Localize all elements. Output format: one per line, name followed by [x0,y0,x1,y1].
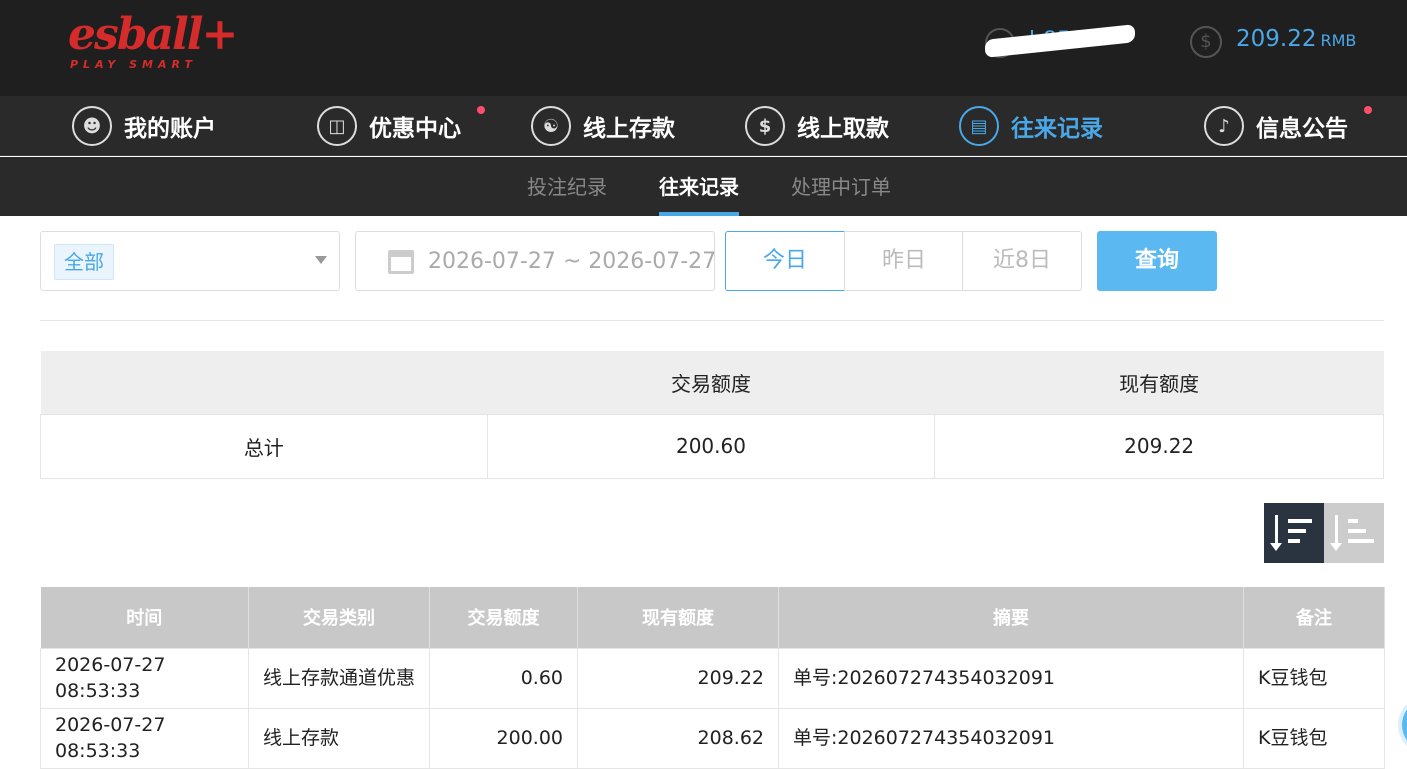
col-header-amount[interactable]: 交易额度 [429,587,578,648]
cell-summary: 单号:202607274354032091 [778,707,1244,769]
col-header-note[interactable]: 备注 [1243,587,1385,648]
type-select[interactable]: 全部 [40,231,340,291]
sub-nav: 投注纪录 往来记录 处理中订单 [0,157,1407,216]
cell-note: K豆钱包 [1243,647,1385,709]
logo-tagline: PLAY SMART [70,58,197,71]
balance-unit: RMB [1320,31,1357,50]
withdraw-icon: $ [745,106,785,146]
col-header-type[interactable]: 交易类别 [248,587,430,648]
nav-label: 往来记录 [1011,116,1103,142]
sort-asc-icon [1330,515,1342,551]
cell-type: 线上存款通道优惠 [248,647,430,709]
col-header-balance[interactable]: 现有额度 [577,587,779,648]
records-header-row: 时间 交易类别 交易额度 现有额度 摘要 备注 [40,587,1385,648]
cell-time: 2026-07-27 08:53:33 [40,707,249,769]
cell-note: K豆钱包 [1243,707,1385,769]
esball-logo[interactable]: esball+ PLAY SMART [68,10,238,76]
summary-total-balance: 209.22 [934,413,1384,479]
dollar-icon: $ [1190,26,1222,58]
table-row: 2026-07-27 08:53:33 线上存款通道优惠 0.60 209.22… [40,647,1385,709]
search-button[interactable]: 查询 [1097,231,1217,291]
nav-label: 信息公告 [1256,116,1348,142]
selected-type-tag[interactable]: 全部 [54,244,114,280]
tab-bet-records[interactable]: 投注纪录 [527,157,607,216]
nav-label: 线上取款 [797,116,889,142]
nav-item-deposit[interactable]: ☯ 线上存款 [531,96,675,156]
records-table: 时间 交易类别 交易额度 现有额度 摘要 备注 2026-07-27 08:53… [40,587,1385,769]
calendar-icon [388,250,414,274]
notification-dot [1364,106,1372,114]
bell-icon: ♪ [1204,106,1244,146]
notification-dot [477,106,485,114]
nav-item-account[interactable]: ☻ 我的账户 [72,96,216,156]
summary-table: 交易额度 现有额度 总计 200.60 209.22 [40,351,1384,479]
top-header: esball+ PLAY SMART b859 $ 209.22RMB [0,0,1407,96]
account-info[interactable]: b859 [985,24,1135,58]
balance-value: 209.22 [1236,26,1317,52]
nav-item-announcements[interactable]: ♪ 信息公告 [1204,96,1348,156]
summary-header-row: 交易额度 现有额度 [40,351,1384,414]
cell-time: 2026-07-27 08:53:33 [40,647,249,709]
records-icon: ▤ [959,106,999,146]
floating-chat-button[interactable] [1398,700,1407,750]
nav-label: 我的账户 [124,116,216,142]
sort-ascending-button[interactable] [1324,503,1384,563]
sort-desc-icon [1270,515,1282,551]
nav-item-records[interactable]: ▤ 往来记录 [959,96,1103,156]
cell-amount: 0.60 [429,647,578,709]
tab-transaction-records[interactable]: 往来记录 [659,157,739,216]
user-icon: ☻ [72,106,112,146]
nav-label: 优惠中心 [369,116,461,142]
cell-amount: 200.00 [429,707,578,769]
summary-total-row: 总计 200.60 209.22 [40,413,1384,479]
date-range-picker[interactable]: 2026-07-27 ~ 2026-07-27 [355,231,717,291]
main-nav: ☻ 我的账户 ◫ 优惠中心 ☯ 线上存款 $ 线上取款 ▤ 往来记录 ♪ 信息公… [0,96,1407,156]
cell-balance: 208.62 [577,707,779,769]
table-row: 2026-07-27 08:53:33 线上存款 200.00 208.62 单… [40,707,1385,769]
chevron-down-icon[interactable] [315,256,327,264]
summary-header-empty [40,351,488,414]
nav-label: 线上存款 [583,116,675,142]
tab-pending-orders[interactable]: 处理中订单 [791,157,891,216]
today-button[interactable]: 今日 [725,231,845,291]
nav-item-promotions[interactable]: ◫ 优惠中心 [317,96,461,156]
summary-total-label: 总计 [40,413,488,479]
col-header-summary[interactable]: 摘要 [778,587,1244,648]
col-header-time[interactable]: 时间 [40,587,249,648]
deposit-icon: ☯ [531,106,571,146]
last-8-days-button[interactable]: 近8日 [962,231,1082,291]
summary-header-amount: 交易额度 [487,351,935,414]
divider [40,320,1384,321]
cell-balance: 209.22 [577,647,779,709]
summary-header-balance: 现有额度 [934,351,1384,414]
cell-summary: 单号:202607274354032091 [778,647,1244,709]
nav-item-withdraw[interactable]: $ 线上取款 [745,96,889,156]
date-range-value: 2026-07-27 ~ 2026-07-27 [428,249,717,274]
sort-descending-button[interactable] [1264,503,1324,563]
gift-icon: ◫ [317,106,357,146]
summary-total-amount: 200.60 [486,413,936,479]
logo-wordmark: esball+ [68,9,238,60]
cell-type: 线上存款 [248,707,430,769]
yesterday-button[interactable]: 昨日 [844,231,964,291]
